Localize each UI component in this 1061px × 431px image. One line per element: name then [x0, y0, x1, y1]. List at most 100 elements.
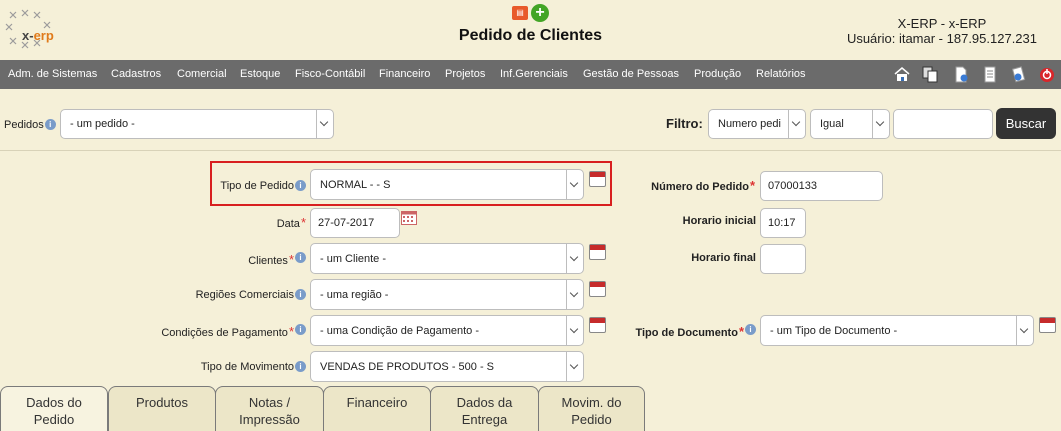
main-menu: Adm. de Sistemas Cadastros Comercial Est… [0, 60, 1061, 89]
buscar-button[interactable]: Buscar [996, 108, 1056, 139]
info-icon[interactable]: i [745, 324, 756, 335]
required-mark: * [749, 178, 755, 193]
user-name: Usuário: itamar - 187.95.127.231 [846, 31, 1037, 46]
hora-fim-label: Horario final [691, 252, 756, 264]
data-input[interactable]: 27-07-2017 [310, 208, 400, 238]
tab-movim-pedido[interactable]: Movim. do Pedido [538, 386, 645, 431]
data-input-value: 27-07-2017 [318, 217, 375, 229]
new-document-icon[interactable] [953, 66, 969, 83]
hora-ini-input[interactable]: 10:17 [760, 208, 806, 238]
tipo-pedido-select[interactable]: NORMAL - - S [310, 169, 584, 200]
pedidos-select-value: - um pedido - [70, 118, 135, 130]
numero-label-text: Número do Pedido [651, 181, 749, 193]
search-document-icon[interactable] [1010, 66, 1026, 83]
add-icon[interactable]: + [531, 4, 549, 22]
tipo-pedido-value: NORMAL - - S [320, 178, 391, 191]
info-icon[interactable]: i [295, 361, 306, 372]
menu-item-financeiro[interactable]: Financeiro [379, 68, 430, 80]
documento-label: Tipo de Documento* i [635, 324, 756, 339]
documento-value: - um Tipo de Documento - [770, 324, 898, 337]
hora-fim-input[interactable] [760, 244, 806, 274]
menu-item-relatorios[interactable]: Relatórios [756, 68, 806, 80]
chevron-down-icon [872, 110, 889, 138]
tab-label-line2: Pedido [571, 412, 612, 427]
tab-produtos[interactable]: Produtos [108, 386, 216, 431]
chevron-down-icon [566, 280, 583, 309]
chevron-down-icon [566, 316, 583, 345]
filtro-text-input[interactable] [893, 109, 993, 139]
data-label: Data* [277, 215, 306, 230]
required-mark: * [288, 252, 294, 267]
user-info: X-ERP - x-ERP Usuário: itamar - 187.95.1… [847, 16, 1037, 46]
numero-input[interactable]: 07000133 [760, 171, 883, 201]
menu-item-estoque[interactable]: Estoque [240, 68, 280, 80]
chevron-down-icon [316, 110, 333, 138]
menu-item-pessoas[interactable]: Gestão de Pessoas [583, 68, 679, 80]
data-label-text: Data [276, 218, 300, 230]
required-mark: * [300, 215, 306, 230]
menu-item-fisco[interactable]: Fisco-Contábil [295, 68, 365, 80]
tab-dados-pedido[interactable]: Dados do Pedido [0, 386, 108, 431]
calendar-icon[interactable] [1039, 317, 1056, 333]
filtro-op-value: Igual [820, 118, 844, 130]
pdf-icon[interactable]: ▤ [512, 6, 528, 20]
info-icon[interactable]: i [295, 252, 306, 263]
pedidos-label-text: Pedidos [4, 119, 44, 131]
info-icon[interactable]: i [295, 289, 306, 300]
required-mark: * [288, 324, 294, 339]
tab-label-line1: Produtos [135, 395, 189, 410]
filtro-field-select[interactable]: Numero pedi [708, 109, 806, 139]
movimento-value: VENDAS DE PRODUTOS - 500 - S [320, 360, 495, 373]
pedidos-label: Pedidos i [4, 119, 56, 131]
filtro-op-select[interactable]: Igual [810, 109, 890, 139]
power-icon[interactable] [1039, 66, 1055, 83]
hora-ini-value: 10:17 [768, 217, 796, 229]
required-mark: * [738, 324, 744, 339]
menu-item-projetos[interactable]: Projetos [445, 68, 485, 80]
condicoes-label: Condições de Pagamento* i [161, 324, 306, 339]
header: x-erp ▤ + Pedido de Clientes X-ERP - x-E… [0, 0, 1061, 60]
condicoes-select[interactable]: - uma Condição de Pagamento - [310, 315, 584, 346]
calendar-icon[interactable] [589, 281, 606, 297]
regioes-value: - uma região - [320, 288, 389, 301]
tab-dados-entrega[interactable]: Dados da Entrega [430, 386, 539, 431]
clientes-label-text: Clientes [248, 255, 288, 267]
movimento-select[interactable]: VENDAS DE PRODUTOS - 500 - S [310, 351, 584, 382]
tab-notas-impressao[interactable]: Notas / Impressão [215, 386, 324, 431]
document-icon[interactable] [982, 66, 998, 83]
chevron-down-icon [566, 352, 583, 381]
chevron-down-icon [788, 110, 805, 138]
tab-financeiro[interactable]: Financeiro [323, 386, 431, 431]
tab-label-line1: Financeiro [346, 395, 408, 410]
calendar-icon[interactable] [589, 171, 606, 187]
info-icon[interactable]: i [295, 324, 306, 335]
regioes-label: Regiões Comerciais i [196, 289, 306, 301]
chevron-down-icon [566, 170, 583, 199]
copy-icon[interactable] [922, 66, 938, 83]
date-picker-icon[interactable] [401, 211, 417, 225]
clientes-select[interactable]: - um Cliente - [310, 243, 584, 274]
menu-item-producao[interactable]: Produção [694, 68, 741, 80]
numero-value: 07000133 [768, 180, 817, 192]
info-icon[interactable]: i [295, 180, 306, 191]
documento-select[interactable]: - um Tipo de Documento - [760, 315, 1034, 346]
clientes-label: Clientes* i [248, 252, 306, 267]
tipo-pedido-label: Tipo de Pedido i [220, 180, 306, 192]
menu-item-cadastros[interactable]: Cadastros [111, 68, 161, 80]
filtro-field-value: Numero pedi [718, 118, 781, 130]
regioes-select[interactable]: - uma região - [310, 279, 584, 310]
menu-item-comercial[interactable]: Comercial [177, 68, 227, 80]
calendar-icon[interactable] [589, 317, 606, 333]
filtro-label: Filtro: [666, 116, 703, 131]
calendar-icon[interactable] [589, 244, 606, 260]
tab-label-line1: Notas / [248, 395, 291, 410]
regioes-label-text: Regiões Comerciais [195, 289, 294, 301]
pedidos-select[interactable]: - um pedido - [60, 109, 334, 139]
clientes-value: - um Cliente - [320, 252, 387, 265]
menu-item-gerenciais[interactable]: Inf.Gerenciais [500, 68, 568, 80]
info-icon[interactable]: i [44, 119, 56, 130]
numero-label: Número do Pedido* [651, 178, 755, 193]
home-icon[interactable] [894, 66, 910, 83]
tab-label-line2: Pedido [33, 412, 75, 427]
menu-item-adm[interactable]: Adm. de Sistemas [8, 68, 97, 80]
